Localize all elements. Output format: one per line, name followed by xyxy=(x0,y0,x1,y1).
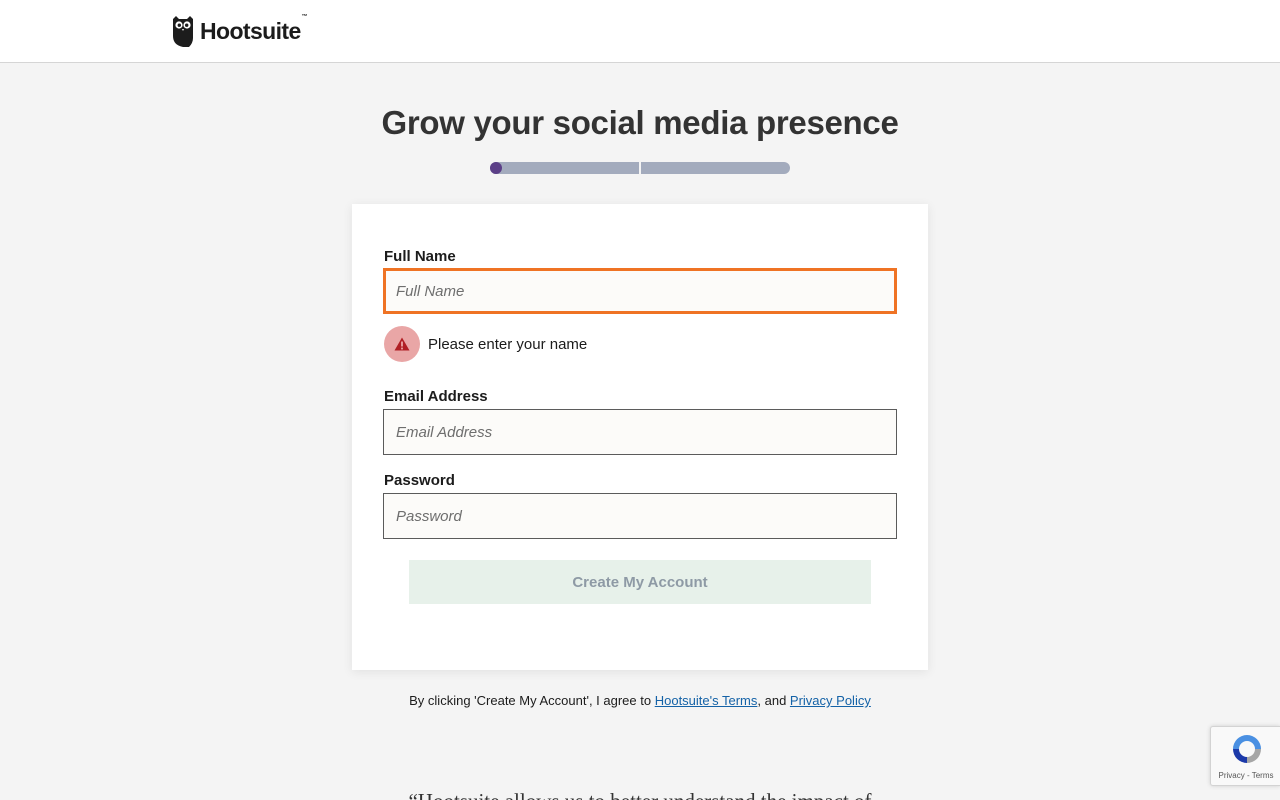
password-label: Password xyxy=(384,472,455,489)
warning-icon xyxy=(384,326,420,362)
progress-indicator-dot xyxy=(490,162,502,174)
recaptcha-badge[interactable]: Privacy - Terms xyxy=(1210,726,1280,786)
email-input[interactable] xyxy=(383,409,897,455)
recaptcha-icon xyxy=(1233,735,1261,763)
full-name-label: Full Name xyxy=(384,248,456,265)
signup-form-card: Full Name Please enter your name Email A… xyxy=(352,204,928,670)
logo-wordmark: Hootsuite™ xyxy=(200,13,308,44)
legal-notice: By clicking 'Create My Account', I agree… xyxy=(0,693,1280,708)
legal-prefix: By clicking 'Create My Account', I agree… xyxy=(409,693,655,708)
error-message: Please enter your name xyxy=(428,335,588,353)
hootsuite-logo[interactable]: Hootsuite™ xyxy=(172,13,308,47)
progress-step-1 xyxy=(490,162,639,174)
terms-link[interactable]: Hootsuite's Terms xyxy=(655,693,758,708)
privacy-policy-link[interactable]: Privacy Policy xyxy=(790,693,871,708)
legal-middle: , and xyxy=(757,693,790,708)
progress-step-2 xyxy=(641,162,790,174)
testimonial-quote: “Hootsuite allows us to better understan… xyxy=(0,789,1280,800)
full-name-error: Please enter your name xyxy=(384,326,587,362)
page-title: Grow your social media presence xyxy=(381,104,899,141)
email-label: Email Address xyxy=(384,388,488,405)
top-bar: Hootsuite™ xyxy=(0,0,1280,63)
create-account-button[interactable]: Create My Account xyxy=(409,560,871,604)
signup-progress-bar xyxy=(490,162,790,174)
recaptcha-links[interactable]: Privacy - Terms xyxy=(1211,771,1280,780)
full-name-input[interactable] xyxy=(383,268,897,314)
owl-logo-icon xyxy=(173,15,193,47)
password-input[interactable] xyxy=(383,493,897,539)
